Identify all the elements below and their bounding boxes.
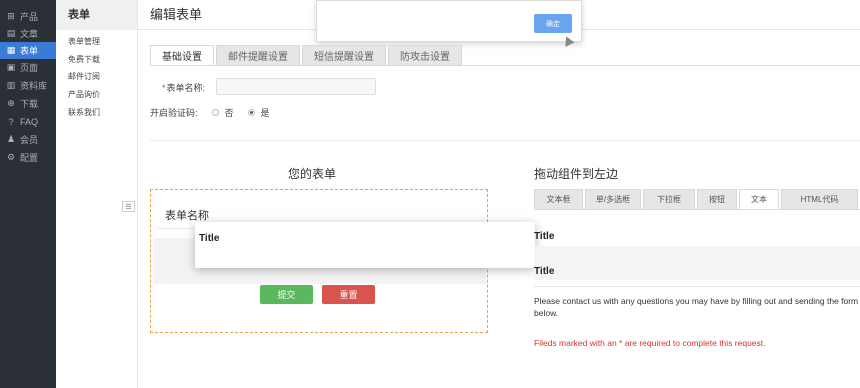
- tabs-divider: [150, 65, 860, 66]
- title-component-2[interactable]: Title: [534, 266, 554, 277]
- captcha-label: 开启验证码:: [150, 108, 198, 118]
- list-icon[interactable]: ☰: [122, 201, 135, 212]
- tab-anti-attack[interactable]: 防攻击设置: [388, 45, 462, 66]
- tab-html-code[interactable]: HTML代码: [781, 189, 858, 210]
- form-name-row: * 表单名称:: [162, 81, 205, 94]
- dragged-title-component[interactable]: Title: [195, 222, 535, 268]
- captcha-yes-radio[interactable]: [247, 109, 255, 116]
- form-sidebar: 表单 表单管理 免费下载 邮件订阅 产品询价 联系我们: [56, 0, 138, 388]
- required-note-component[interactable]: Fileds marked with an * are required to …: [534, 338, 766, 348]
- component-tabs: 文本框 单/多选框 下拉框 按钮 文本 HTML代码: [534, 189, 860, 210]
- nav-item-faq[interactable]: ? FAQ: [0, 113, 56, 130]
- confirm-button[interactable]: 确定: [534, 14, 572, 33]
- settings-tabs: 基础设置 邮件提醒设置 短信提醒设置 防攻击设置: [150, 45, 464, 66]
- title-component-2-area[interactable]: [534, 246, 860, 280]
- captcha-row: 开启验证码: 否 是: [150, 106, 270, 119]
- tab-text[interactable]: 文本: [739, 189, 779, 210]
- member-icon: ♟: [6, 134, 16, 144]
- file-icon: ▤: [6, 28, 16, 38]
- nav-item-pages[interactable]: ▣ 页面: [0, 59, 56, 76]
- tab-button[interactable]: 按钮: [697, 189, 737, 210]
- hr-component[interactable]: [534, 286, 860, 287]
- nav-item-forms[interactable]: ▦ 表单: [0, 42, 56, 59]
- sidebar-item-free-download[interactable]: 免费下载: [68, 54, 100, 65]
- page-title: 编辑表单: [150, 7, 203, 22]
- confirm-dialog: 确定: [316, 0, 582, 42]
- form-icon: ▦: [6, 45, 16, 55]
- reset-button[interactable]: 重置: [322, 285, 375, 304]
- tab-dropdown[interactable]: 下拉框: [643, 189, 695, 210]
- nav-item-library[interactable]: ▥ 资料库: [0, 77, 56, 94]
- tab-sms-reminder[interactable]: 短信提醒设置: [302, 45, 386, 66]
- tab-textbox[interactable]: 文本框: [534, 189, 583, 210]
- component-tabs-divider: [534, 209, 860, 210]
- main-content: 编辑表单 确定 基础设置 邮件提醒设置 短信提醒设置 防攻击设置 * 表单名称:…: [122, 0, 860, 388]
- submit-button[interactable]: 提交: [260, 285, 313, 304]
- title-component-1[interactable]: Title: [534, 231, 554, 242]
- tab-email-reminder[interactable]: 邮件提醒设置: [216, 45, 300, 66]
- sidebar-item-product-inquiry[interactable]: 产品询价: [68, 89, 100, 100]
- captcha-no-label: 否: [224, 108, 234, 118]
- required-marker: *: [162, 82, 166, 93]
- nav-item-products[interactable]: ⊞ 产品: [0, 8, 56, 25]
- tab-basic-settings[interactable]: 基础设置: [150, 45, 214, 66]
- captcha-no-radio[interactable]: [211, 109, 219, 116]
- dragged-title-text: Title: [199, 233, 220, 244]
- form-name-display: 表单名称: [165, 210, 209, 222]
- nav-item-articles[interactable]: ▤ 文章: [0, 25, 56, 42]
- grid-icon: ⊞: [7, 11, 15, 21]
- nav-item-downloads[interactable]: ⊕ 下载: [0, 95, 56, 112]
- form-name-input[interactable]: [216, 78, 376, 95]
- paragraph-component[interactable]: Please contact us with any questions you…: [534, 295, 860, 319]
- folder-icon: ▥: [6, 80, 16, 90]
- page-icon: ▣: [6, 62, 16, 72]
- your-form-heading: 您的表单: [288, 167, 337, 181]
- components-heading: 拖动组件到左边: [534, 167, 619, 181]
- tab-checkbox-radio[interactable]: 单/多选框: [585, 189, 641, 210]
- sidebar-item-contact-us[interactable]: 联系我们: [68, 107, 100, 118]
- main-nav: ⊞ 产品 ▤ 文章 ▦ 表单 ▣ 页面 ▥ 资料库 ⊕ 下载 ? FAQ ♟ 会员 ⚙ 配置: [0, 0, 56, 388]
- captcha-yes-label: 是: [260, 108, 270, 118]
- form-name-label: 表单名称:: [166, 83, 206, 93]
- nav-item-members[interactable]: ♟ 会员: [0, 131, 56, 148]
- faq-icon: ?: [8, 116, 14, 127]
- sidebar-item-email-subscribe[interactable]: 邮件订阅: [68, 71, 100, 82]
- settings-icon: ⚙: [6, 152, 16, 162]
- app-window: ⊞ 产品 ▤ 文章 ▦ 表单 ▣ 页面 ▥ 资料库 ⊕ 下载 ? FAQ ♟ 会员 ⚙ 配置 表单…: [0, 0, 860, 388]
- sidebar-item-form-manage[interactable]: 表单管理: [68, 36, 100, 47]
- nav-item-settings[interactable]: ⚙ 配置: [0, 149, 56, 166]
- download-icon: ⊕: [7, 98, 15, 108]
- sidebar-header: 表单: [56, 0, 137, 30]
- section-divider: [150, 140, 860, 141]
